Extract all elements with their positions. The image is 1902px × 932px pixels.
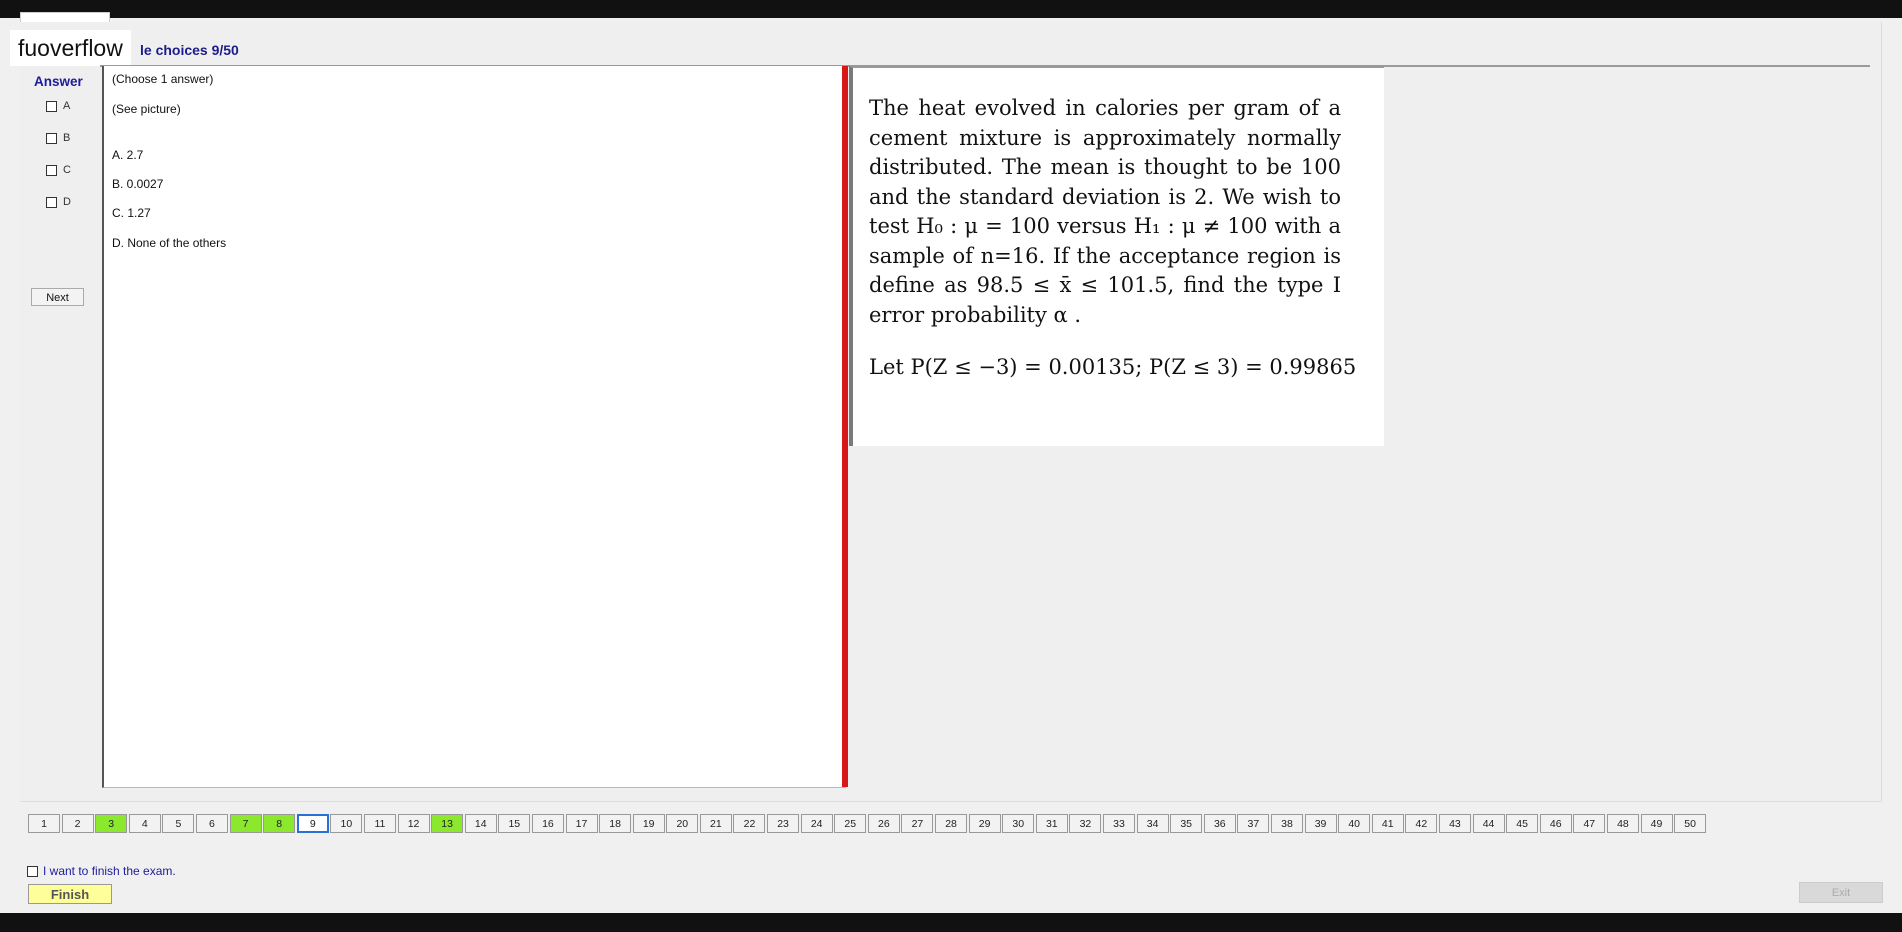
question-nav-button[interactable]: 32 (1069, 814, 1102, 833)
option-d-checkbox[interactable]: D (46, 196, 71, 208)
question-nav-button[interactable]: 29 (968, 814, 1001, 833)
question-nav-button[interactable]: 18 (599, 814, 632, 833)
question-nav-button[interactable]: 42 (1405, 814, 1438, 833)
option-c-checkbox[interactable]: C (46, 164, 71, 176)
question-nav-button[interactable]: 33 (1103, 814, 1135, 833)
finish-checkbox-label: I want to finish the exam. (43, 864, 176, 878)
question-nav-button[interactable]: 39 (1304, 814, 1337, 833)
question-nav-button[interactable]: 15 (498, 814, 531, 833)
next-button[interactable]: Next (31, 288, 84, 306)
question-nav-button[interactable]: 27 (901, 814, 934, 833)
question-nav-button[interactable]: 16 (531, 814, 564, 833)
checkbox-box[interactable] (46, 196, 57, 208)
question-nav-button[interactable]: 35 (1170, 814, 1203, 833)
question-formula: Let P(Z ≤ −3) = 0.00135; P(Z ≤ 3) = 0.99… (869, 355, 1357, 379)
question-nav-button[interactable]: 43 (1438, 814, 1471, 833)
question-nav-button[interactable]: 23 (767, 814, 800, 833)
question-nav-button[interactable]: 13 (431, 814, 464, 833)
exit-button[interactable]: Exit (1799, 882, 1883, 903)
watermark: fuoverflow (10, 30, 131, 66)
question-nav-button[interactable]: 44 (1472, 814, 1505, 833)
option-label: D (63, 196, 71, 208)
question-nav-button[interactable]: 41 (1371, 814, 1404, 833)
question-nav-button[interactable]: 1 (28, 814, 60, 833)
question-nav-button[interactable]: 22 (733, 814, 766, 833)
question-nav-button[interactable]: 50 (1674, 814, 1707, 833)
option-label: C (63, 164, 71, 176)
question-nav-button[interactable]: 2 (61, 814, 94, 833)
question-nav-button[interactable]: 21 (699, 814, 732, 833)
question-nav-button[interactable]: 26 (867, 814, 900, 833)
section-title: le choices 9/50 (140, 42, 239, 58)
question-nav-button[interactable]: 10 (330, 814, 363, 833)
question-nav-button[interactable]: 9 (296, 814, 329, 833)
question-nav-button[interactable]: 6 (195, 814, 228, 833)
checkbox-box[interactable] (46, 164, 57, 176)
question-nav-button[interactable]: 7 (229, 814, 262, 833)
question-nav-button[interactable]: 17 (565, 814, 598, 833)
answer-label: Answer (34, 74, 83, 89)
question-nav-button[interactable]: 4 (128, 814, 161, 833)
checkbox-box[interactable] (27, 865, 38, 877)
question-nav-button[interactable]: 24 (800, 814, 833, 833)
question-nav-button[interactable]: 40 (1338, 814, 1371, 833)
option-b-checkbox[interactable]: B (46, 132, 70, 144)
question-nav-button[interactable]: 34 (1136, 814, 1169, 833)
question-nav-button[interactable]: 36 (1203, 814, 1236, 833)
question-nav-button[interactable]: 12 (397, 814, 430, 833)
question-nav-button[interactable]: 48 (1606, 814, 1639, 833)
panel-splitter[interactable] (842, 66, 848, 787)
option-label: B (63, 132, 71, 144)
bottom-black-bar (0, 913, 1902, 932)
question-nav-button[interactable]: 45 (1506, 814, 1539, 833)
finish-button[interactable]: Finish (28, 884, 112, 904)
see-picture-note: (See picture) (112, 102, 181, 116)
question-nav-button[interactable]: 46 (1539, 814, 1572, 833)
question-nav-button[interactable]: 5 (162, 814, 195, 833)
checkbox-box[interactable] (46, 132, 57, 144)
question-nav-button[interactable]: 14 (464, 814, 497, 833)
question-nav-button[interactable]: 28 (935, 814, 968, 833)
question-panel: (Choose 1 answer) (See picture) A. 2.7 B… (102, 66, 846, 788)
question-picture: The heat evolved in calories per gram of… (849, 66, 1384, 446)
checkbox-box[interactable] (46, 100, 57, 112)
question-nav-button[interactable]: 3 (95, 814, 128, 833)
question-nav-button[interactable]: 8 (263, 814, 296, 833)
question-instruction: (Choose 1 answer) (112, 72, 214, 86)
question-navigation: 1 2 3 4 5 6 7 8 9 10 11 12 13 14 15 16 17 18 19 20 21 22 23 24 2… (28, 814, 1707, 833)
question-nav-button[interactable]: 47 (1573, 814, 1606, 833)
choice-c: C. 1.27 (112, 206, 151, 220)
question-nav-button[interactable]: 20 (666, 814, 699, 833)
option-label: A (63, 100, 71, 112)
finish-exam-checkbox[interactable]: I want to finish the exam. (27, 864, 176, 878)
question-nav-button[interactable]: 38 (1270, 814, 1303, 833)
top-black-bar (0, 0, 1902, 18)
choice-a: A. 2.7 (112, 148, 144, 162)
choice-d: D. None of the others (112, 236, 227, 250)
choice-b: B. 0.0027 (112, 177, 164, 191)
question-nav-button[interactable]: 11 (363, 814, 396, 833)
option-a-checkbox[interactable]: A (46, 100, 70, 112)
question-nav-button[interactable]: 25 (834, 814, 867, 833)
question-nav-button[interactable]: 49 (1640, 814, 1673, 833)
question-nav-button[interactable]: 30 (1002, 814, 1035, 833)
question-nav-button[interactable]: 19 (632, 814, 665, 833)
question-text: The heat evolved in calories per gram of… (869, 96, 1341, 327)
question-nav-button[interactable]: 31 (1035, 814, 1068, 833)
question-nav-button[interactable]: 37 (1237, 814, 1270, 833)
